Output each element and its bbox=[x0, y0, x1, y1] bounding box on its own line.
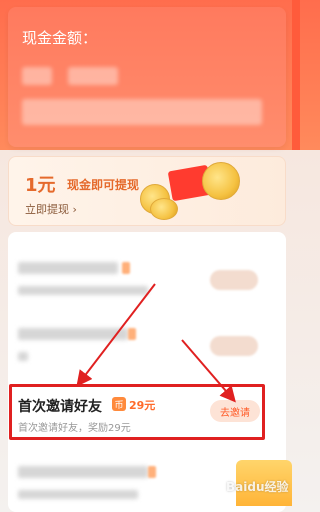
cash-balance-title: 现金金额： bbox=[22, 29, 98, 47]
blurred-amount bbox=[22, 67, 52, 85]
banner-text: 现金即可提现 bbox=[67, 178, 140, 192]
blurred-task-desc bbox=[18, 286, 148, 295]
watermark: Baidu经验 bbox=[226, 480, 289, 494]
invite-button[interactable]: 去邀请 bbox=[210, 400, 260, 422]
blurred-reward bbox=[128, 328, 136, 340]
withdraw-link[interactable]: 立即提现 › bbox=[25, 201, 77, 217]
blurred-amount bbox=[68, 67, 118, 85]
blurred-reward bbox=[122, 262, 130, 274]
blurred-task-title bbox=[18, 328, 128, 340]
task-title: 首次邀请好友 bbox=[18, 399, 102, 415]
blurred-action-button[interactable] bbox=[210, 336, 258, 356]
task-description: 首次邀请好友，奖励29元 bbox=[18, 423, 131, 434]
coin-icon bbox=[150, 198, 178, 220]
blurred-task-title bbox=[18, 262, 118, 274]
side-tab bbox=[292, 0, 300, 150]
reward-amount: 29元 bbox=[129, 399, 156, 412]
banner-amount: 1元 bbox=[25, 175, 56, 196]
cash-balance-card: 现金金额： bbox=[8, 7, 286, 147]
blurred-task-title bbox=[18, 466, 148, 478]
blurred-amount bbox=[22, 99, 262, 125]
blurred-task-desc bbox=[18, 490, 138, 499]
blurred-reward bbox=[148, 466, 156, 478]
coin-icon bbox=[202, 162, 240, 200]
blurred-action-button[interactable] bbox=[210, 270, 258, 290]
blurred-task-desc bbox=[18, 352, 28, 361]
reward-badge-icon: 币 bbox=[112, 397, 126, 411]
